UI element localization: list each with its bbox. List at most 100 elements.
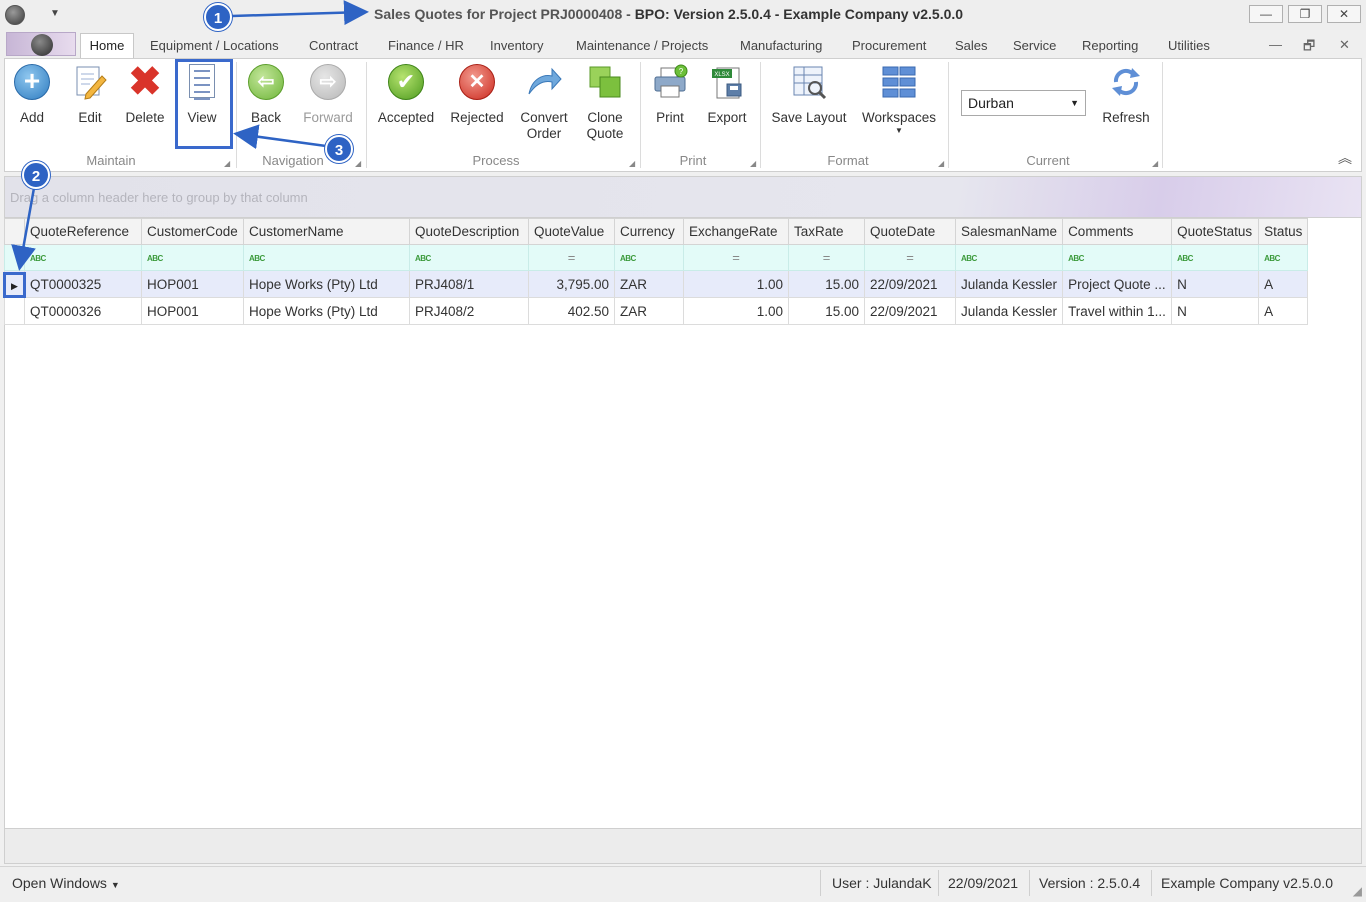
open-windows-dropdown[interactable]: Open Windows ▼ — [12, 875, 120, 891]
cell-quotestatus[interactable]: N — [1171, 270, 1260, 298]
column-header-currency[interactable]: Currency — [614, 218, 684, 245]
restore-button[interactable]: ❐ — [1288, 5, 1322, 23]
collapse-ribbon-icon[interactable]: ︽ — [1338, 148, 1352, 168]
quick-access-dropdown-icon[interactable]: ▼ — [50, 8, 60, 19]
minimize-button[interactable]: — — [1249, 5, 1283, 23]
group-launcher-icon[interactable]: ◢ — [938, 159, 944, 168]
filter-cell[interactable]: = — [528, 244, 615, 271]
tab-service[interactable]: Service — [1013, 38, 1056, 53]
cell-customername[interactable]: Hope Works (Pty) Ltd — [243, 297, 410, 325]
filter-cell[interactable]: ABC — [24, 244, 142, 271]
filter-cell[interactable]: = — [864, 244, 956, 271]
cell-quotedate[interactable]: 22/09/2021 — [864, 270, 956, 298]
mdi-close-button[interactable]: ✕ — [1339, 37, 1350, 53]
table-row[interactable]: QT0000326 HOP001 Hope Works (Pty) Ltd PR… — [4, 297, 1309, 325]
column-header-quotestatus[interactable]: QuoteStatus — [1171, 218, 1260, 245]
app-logo-icon[interactable] — [5, 5, 25, 25]
tab-inventory[interactable]: Inventory — [490, 38, 543, 53]
forward-button[interactable]: ⇨ Forward — [300, 62, 356, 126]
column-header-customername[interactable]: CustomerName — [243, 218, 410, 245]
cell-quotevalue[interactable]: 3,795.00 — [528, 270, 615, 298]
filter-cell[interactable]: = — [788, 244, 865, 271]
export-button[interactable]: XLSX Export — [704, 62, 750, 126]
group-launcher-icon[interactable]: ◢ — [224, 159, 230, 168]
cell-quotedescription[interactable]: PRJ408/2 — [409, 297, 529, 325]
group-launcher-icon[interactable]: ◢ — [629, 159, 635, 168]
column-header-exchangerate[interactable]: ExchangeRate — [683, 218, 789, 245]
tab-finance-hr[interactable]: Finance / HR — [388, 38, 464, 53]
cell-quotereference[interactable]: QT0000326 — [24, 297, 142, 325]
cell-status[interactable]: A — [1258, 270, 1309, 298]
column-header-taxrate[interactable]: TaxRate — [788, 218, 865, 245]
cell-currency[interactable]: ZAR — [614, 297, 684, 325]
filter-cell[interactable]: = — [683, 244, 789, 271]
workspaces-button[interactable]: Workspaces ▼ — [860, 62, 938, 136]
cell-quotevalue[interactable]: 402.50 — [528, 297, 615, 325]
filter-cell[interactable]: ABC — [141, 244, 244, 271]
group-launcher-icon[interactable]: ◢ — [1152, 159, 1158, 168]
save-layout-button[interactable]: Save Layout — [768, 62, 850, 126]
file-menu-button[interactable] — [6, 32, 76, 56]
cell-customercode[interactable]: HOP001 — [141, 297, 244, 325]
clone-quote-button[interactable]: Clone Quote — [580, 62, 630, 142]
tab-home[interactable]: Home — [80, 33, 134, 59]
back-button[interactable]: ⇦ Back — [244, 62, 288, 126]
edit-button[interactable]: Edit — [68, 62, 112, 126]
column-header-quotedescription[interactable]: QuoteDescription — [409, 218, 529, 245]
table-row[interactable]: ▶ QT0000325 HOP001 Hope Works (Pty) Ltd … — [4, 270, 1309, 298]
column-header-salesmanname[interactable]: SalesmanName — [954, 218, 1064, 245]
horizontal-scrollbar[interactable] — [4, 828, 1362, 864]
cell-taxrate[interactable]: 15.00 — [788, 270, 865, 298]
cell-quotedescription[interactable]: PRJ408/1 — [409, 270, 529, 298]
column-header-status[interactable]: Status — [1258, 218, 1309, 245]
column-header-comments[interactable]: Comments — [1062, 218, 1173, 245]
tab-maintenance-projects[interactable]: Maintenance / Projects — [576, 38, 708, 53]
filter-cell[interactable]: ABC — [1171, 244, 1260, 271]
mdi-minimize-button[interactable]: — — [1269, 37, 1282, 52]
tab-sales[interactable]: Sales — [955, 38, 988, 53]
add-button[interactable]: + Add — [10, 62, 54, 126]
filter-cell[interactable]: ABC — [243, 244, 410, 271]
column-header-customercode[interactable]: CustomerCode — [141, 218, 244, 245]
cell-comments[interactable]: Project Quote ... — [1062, 270, 1173, 298]
column-header-quotevalue[interactable]: QuoteValue — [528, 218, 615, 245]
print-button[interactable]: ? Print — [648, 62, 692, 126]
filter-cell[interactable]: ABC — [1258, 244, 1309, 271]
column-header-quotereference[interactable]: QuoteReference — [24, 218, 142, 245]
cell-status[interactable]: A — [1258, 297, 1309, 325]
accepted-button[interactable]: ✔ Accepted — [376, 62, 436, 126]
resize-grip-icon[interactable]: ◢ — [1353, 884, 1362, 898]
cell-customercode[interactable]: HOP001 — [141, 270, 244, 298]
filter-cell[interactable]: ABC — [1062, 244, 1173, 271]
cell-quotereference[interactable]: QT0000325 — [24, 270, 142, 298]
tab-utilities[interactable]: Utilities — [1168, 38, 1210, 53]
row-indicator[interactable] — [4, 297, 25, 325]
group-launcher-icon[interactable]: ◢ — [750, 159, 756, 168]
site-select[interactable]: Durban ▼ — [961, 90, 1086, 116]
rejected-button[interactable]: ✕ Rejected — [448, 62, 506, 126]
cell-salesmanname[interactable]: Julanda Kessler — [954, 270, 1064, 298]
delete-button[interactable]: ✖ Delete — [122, 62, 168, 126]
tab-manufacturing[interactable]: Manufacturing — [740, 38, 822, 53]
cell-salesmanname[interactable]: Julanda Kessler — [954, 297, 1064, 325]
cell-comments[interactable]: Travel within 1... — [1062, 297, 1173, 325]
cell-exchangerate[interactable]: 1.00 — [683, 297, 789, 325]
cell-quotedate[interactable]: 22/09/2021 — [864, 297, 956, 325]
tab-procurement[interactable]: Procurement — [852, 38, 926, 53]
cell-currency[interactable]: ZAR — [614, 270, 684, 298]
refresh-button[interactable]: Refresh — [1098, 62, 1154, 126]
cell-customername[interactable]: Hope Works (Pty) Ltd — [243, 270, 410, 298]
filter-cell[interactable]: ABC — [954, 244, 1064, 271]
close-button[interactable]: ✕ — [1327, 5, 1361, 23]
cell-exchangerate[interactable]: 1.00 — [683, 270, 789, 298]
column-header-quotedate[interactable]: QuoteDate — [864, 218, 956, 245]
tab-reporting[interactable]: Reporting — [1082, 38, 1138, 53]
cell-taxrate[interactable]: 15.00 — [788, 297, 865, 325]
mdi-restore-button[interactable]: 🗗 — [1303, 37, 1315, 59]
cell-quotestatus[interactable]: N — [1171, 297, 1260, 325]
convert-order-button[interactable]: Convert Order — [516, 62, 572, 142]
tab-equipment-locations[interactable]: Equipment / Locations — [150, 38, 279, 53]
group-launcher-icon[interactable]: ◢ — [355, 159, 361, 168]
filter-cell[interactable]: ABC — [409, 244, 529, 271]
tab-contract[interactable]: Contract — [309, 38, 358, 53]
